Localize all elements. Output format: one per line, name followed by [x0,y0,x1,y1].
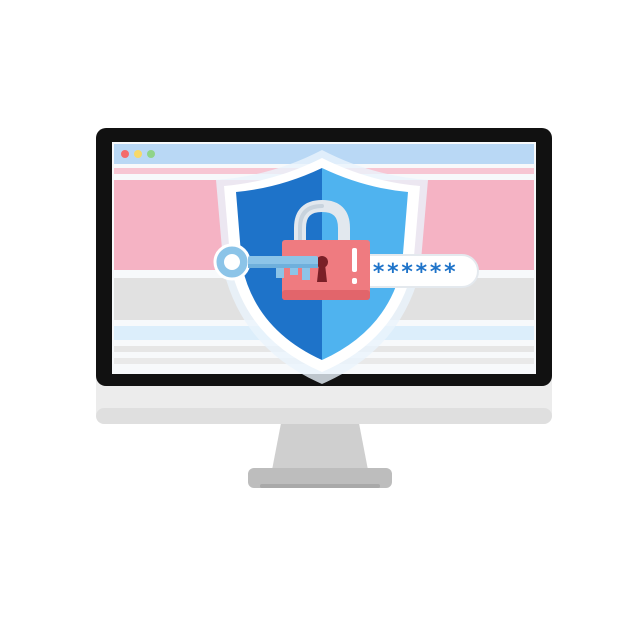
key-shaft-shade [248,264,318,268]
window-dot-green[interactable] [147,150,155,158]
padlock-body-shade [282,290,370,300]
key-bow-hole [224,254,240,270]
window-dot-yellow[interactable] [134,150,142,158]
password-masked-value: ****** [372,260,457,285]
key-tooth-3 [302,266,310,280]
stand-shadow [260,484,380,488]
padlock-highlight-dot [352,278,357,284]
monitor-stand-neck [272,418,368,470]
padlock-highlight [352,248,357,272]
chin-shade [96,408,552,424]
illustration-canvas: ****** [96,128,552,488]
window-dot-red[interactable] [121,150,129,158]
